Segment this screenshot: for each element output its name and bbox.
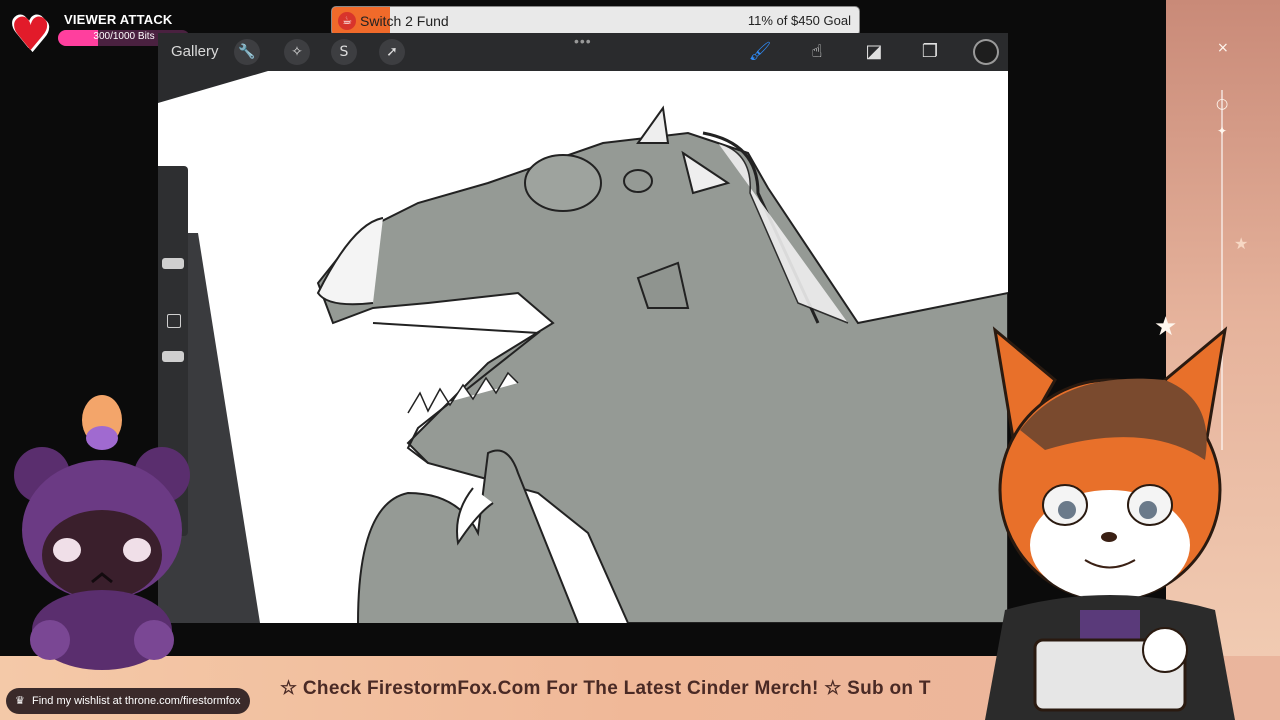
bear-paw-left bbox=[30, 620, 70, 660]
brush-opacity-slider[interactable] bbox=[162, 351, 184, 362]
star-icon: ★ bbox=[1234, 234, 1249, 253]
layers-icon[interactable]: ❐ bbox=[916, 39, 944, 65]
brush-icon[interactable]: 🖌 bbox=[746, 39, 774, 65]
canvas-edge bbox=[158, 71, 268, 103]
transform-arrow-icon[interactable]: ➚ bbox=[379, 39, 405, 65]
gallery-button[interactable]: Gallery bbox=[171, 43, 219, 60]
magic-wand-icon[interactable]: ✧ bbox=[284, 39, 310, 65]
sparkle-icon: ✦ bbox=[1217, 124, 1228, 138]
fox-nose bbox=[1101, 532, 1117, 542]
bear-mascot bbox=[14, 395, 190, 670]
dinosaur-eye bbox=[524, 154, 602, 212]
bear-eye-right bbox=[123, 538, 151, 562]
color-picker-button[interactable] bbox=[975, 41, 997, 63]
eraser-icon[interactable]: ◪ bbox=[860, 39, 888, 65]
drawing-canvas[interactable] bbox=[158, 33, 1008, 623]
fox-pupil-left bbox=[1058, 501, 1076, 519]
flame-base bbox=[86, 426, 118, 450]
scrolling-ticker: ☆ Check FirestormFox.Com For The Latest … bbox=[280, 678, 931, 699]
smudge-icon[interactable]: ☝ bbox=[803, 39, 831, 65]
cup-icon: ☕ bbox=[338, 12, 356, 30]
close-ornament-icon: × bbox=[1217, 40, 1229, 56]
selection-icon[interactable]: S bbox=[331, 39, 357, 65]
fox-paw bbox=[1142, 627, 1188, 673]
heart-icon: ♥ bbox=[10, 7, 52, 61]
fox-pupil-right bbox=[1139, 501, 1157, 519]
wishlist-text: Find my wishlist at throne.com/firestorm… bbox=[32, 695, 241, 707]
crown-icon: ♛ bbox=[15, 694, 25, 707]
dinosaur-spike bbox=[636, 105, 670, 144]
brush-size-slider[interactable] bbox=[162, 258, 184, 269]
wrench-icon[interactable]: 🔧 bbox=[234, 39, 260, 65]
app-toolbar: Gallery 🔧 ✧ S ➚ ••• 🖌 ☝ ◪ ❐ bbox=[158, 33, 1008, 71]
fund-title: Switch 2 Fund bbox=[360, 13, 449, 29]
fund-goal-text: 11% of $450 Goal bbox=[747, 13, 851, 28]
modify-button[interactable] bbox=[167, 314, 181, 328]
bear-paw-right bbox=[134, 620, 174, 660]
ring-ornament-icon: ○ bbox=[1216, 96, 1229, 112]
viewer-attack-title: VIEWER ATTACK bbox=[64, 12, 173, 27]
wishlist-pill[interactable]: ♛ Find my wishlist at throne.com/firesto… bbox=[6, 688, 251, 714]
switch-fund-goal-bar: ☕ Switch 2 Fund 11% of $450 Goal bbox=[332, 7, 859, 35]
bear-eye-left bbox=[53, 538, 81, 562]
drawing-app-window: Gallery 🔧 ✧ S ➚ ••• 🖌 ☝ ◪ ❐ bbox=[158, 33, 1008, 623]
fox-avatar bbox=[985, 326, 1235, 720]
more-dots-icon[interactable]: ••• bbox=[574, 33, 592, 49]
dinosaur-snout-edge bbox=[316, 217, 384, 306]
